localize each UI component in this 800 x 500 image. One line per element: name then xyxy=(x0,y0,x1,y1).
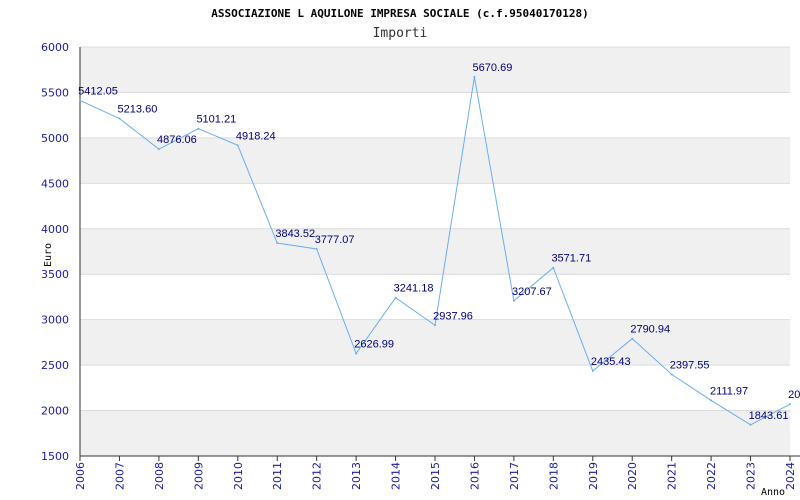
data-point xyxy=(710,399,713,402)
x-tick-labels: 2006 2007 2008 2009 2010 2011 2012 2013 2014 2015… xyxy=(74,462,797,490)
data-label: 5213.60 xyxy=(118,103,158,115)
x-tick-label: 2007 xyxy=(113,462,126,490)
data-label: 2626.99 xyxy=(354,339,394,351)
x-axis-label: Anno xyxy=(761,487,785,498)
data-label: 3843.52 xyxy=(275,228,315,240)
y-tick-label: 4500 xyxy=(41,177,69,190)
x-tick-label: 2023 xyxy=(745,462,758,490)
y-tick-label: 3000 xyxy=(41,314,69,327)
data-point xyxy=(197,127,200,130)
x-tick-label: 2022 xyxy=(705,462,718,490)
y-tick-label: 5500 xyxy=(41,86,69,99)
data-label: 2111.97 xyxy=(710,385,748,397)
y-tick-label: 6000 xyxy=(41,41,69,54)
data-point xyxy=(631,337,634,340)
data-label: 2435.43 xyxy=(591,356,631,368)
data-point xyxy=(118,117,121,120)
data-label: 4918.24 xyxy=(236,130,276,142)
data-point xyxy=(236,144,239,147)
x-tick-label: 2024 xyxy=(784,462,797,490)
x-tick-label: 2009 xyxy=(192,462,205,490)
data-label: 2070.17 xyxy=(788,389,800,401)
data-point xyxy=(512,299,515,302)
y-tick-label: 2500 xyxy=(41,359,69,372)
x-tick-label: 2017 xyxy=(508,462,521,490)
data-label: 3207.67 xyxy=(512,286,552,298)
data-label: 5670.69 xyxy=(473,62,513,74)
plot-band xyxy=(80,228,790,275)
data-point xyxy=(473,75,476,78)
plot-band xyxy=(80,319,790,366)
x-tick-label: 2015 xyxy=(429,462,442,490)
line-chart: ASSOCIAZIONE L AQUILONE IMPRESA SOCIALE … xyxy=(41,7,800,498)
data-point xyxy=(749,423,752,426)
x-tick-label: 2012 xyxy=(311,462,324,490)
x-tick-label: 2020 xyxy=(626,462,639,490)
data-label: 2790.94 xyxy=(630,324,670,336)
data-label: 5412.05 xyxy=(78,85,118,97)
y-tick-label: 4000 xyxy=(41,223,69,236)
data-label: 3777.07 xyxy=(315,234,355,246)
data-label: 1843.61 xyxy=(749,410,789,422)
plot-bands xyxy=(80,47,790,456)
y-tick-label: 1500 xyxy=(41,450,69,463)
x-tick-label: 2019 xyxy=(587,462,600,490)
data-point xyxy=(315,248,318,251)
data-point xyxy=(789,403,791,406)
data-point xyxy=(591,369,594,372)
data-point xyxy=(157,148,160,151)
x-tick-label: 2013 xyxy=(350,462,363,490)
data-point xyxy=(670,373,673,376)
x-tick-label: 2021 xyxy=(666,462,679,490)
data-point xyxy=(552,266,555,269)
data-point xyxy=(276,242,279,245)
data-label: 2397.55 xyxy=(670,359,710,371)
y-tick-label: 2000 xyxy=(41,405,69,418)
data-label: 5101.21 xyxy=(196,114,236,126)
plot-band xyxy=(80,47,790,93)
x-tick-label: 2006 xyxy=(74,462,87,490)
data-point xyxy=(434,324,436,327)
x-tick-label: 2014 xyxy=(390,462,403,490)
data-label: 2937.96 xyxy=(433,310,473,322)
data-label: 3241.18 xyxy=(394,283,434,295)
x-tick-label: 2008 xyxy=(153,462,166,490)
plot-band xyxy=(80,410,790,456)
chart-subtitle: Importi xyxy=(373,26,428,41)
y-tick-label: 5000 xyxy=(41,132,69,145)
x-tick-label: 2010 xyxy=(232,462,245,490)
data-point xyxy=(355,352,358,355)
x-tick-label: 2018 xyxy=(547,462,560,490)
y-axis-label: Euro xyxy=(43,243,54,267)
data-label: 4876.06 xyxy=(157,134,197,146)
y-tick-label: 3500 xyxy=(41,268,69,281)
chart-title: ASSOCIAZIONE L AQUILONE IMPRESA SOCIALE … xyxy=(211,7,589,20)
data-label: 3571.71 xyxy=(551,253,591,265)
data-point xyxy=(394,296,397,299)
x-tick-label: 2011 xyxy=(271,462,284,490)
x-tick-label: 2016 xyxy=(468,462,481,490)
data-point xyxy=(79,99,81,102)
